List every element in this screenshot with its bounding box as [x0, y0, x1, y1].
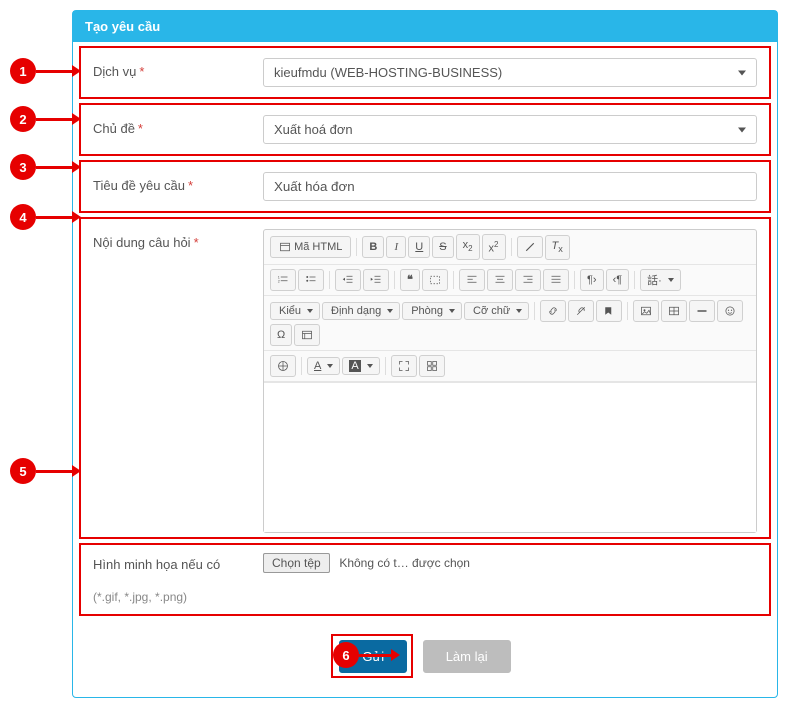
strike-button[interactable]: S	[432, 236, 453, 258]
format-combo[interactable]: Định dạng	[322, 302, 400, 320]
choose-file-button[interactable]: Chọn tệp	[263, 553, 330, 573]
remove-format-button[interactable]	[517, 236, 543, 258]
reset-button[interactable]: Làm lại	[423, 640, 511, 673]
label-service: Dịch vụ	[93, 64, 136, 79]
row-title: Tiêu đề yêu cầu*	[79, 160, 771, 213]
align-justify-button[interactable]	[543, 269, 569, 291]
row-topic: Chủ đề* Xuất hoá đơn	[79, 103, 771, 156]
rtl-button[interactable]: ‹¶	[606, 269, 630, 291]
submit-button[interactable]: Gửi	[339, 640, 407, 673]
maximize-button[interactable]	[391, 355, 417, 377]
superscript-button[interactable]: x2	[482, 234, 506, 260]
title-input[interactable]	[263, 172, 757, 201]
blockquote-button[interactable]: ❝	[400, 269, 420, 291]
file-status-text: Không có t… được chọn	[339, 556, 470, 570]
anchor-button[interactable]	[596, 300, 622, 322]
callout-4: 4	[10, 204, 36, 230]
required-mark: *	[194, 235, 199, 250]
underline-button[interactable]: U	[408, 236, 430, 258]
font-combo[interactable]: Phòng	[402, 302, 462, 320]
required-mark: *	[188, 178, 193, 193]
row-service: Dịch vụ* kieufmdu (WEB-HOSTING-BUSINESS)	[79, 46, 771, 99]
align-left-button[interactable]	[459, 269, 485, 291]
clear-format-button[interactable]: Tx	[545, 235, 570, 260]
callout-5: 5	[10, 458, 36, 484]
svg-text:2: 2	[278, 280, 280, 284]
callout-3: 3	[10, 154, 36, 180]
showblocks-button[interactable]	[419, 355, 445, 377]
required-mark: *	[138, 121, 143, 136]
bgcolor-button[interactable]: A	[342, 357, 379, 375]
ltr-button[interactable]: ¶›	[580, 269, 604, 291]
image-button[interactable]	[633, 300, 659, 322]
unlink-button[interactable]	[568, 300, 594, 322]
label-topic: Chủ đề	[93, 121, 135, 136]
editor-source-button[interactable]: Mã HTML	[270, 236, 351, 258]
numbered-list-button[interactable]: 12	[270, 269, 296, 291]
topic-select[interactable]: Xuất hoá đơn	[263, 115, 757, 144]
table-button[interactable]	[661, 300, 687, 322]
label-content: Nội dung câu hỏi	[93, 235, 191, 250]
rich-text-editor: Mã HTML B I U S x2 x2 Tx	[263, 229, 757, 533]
editor-source-label: Mã HTML	[294, 241, 342, 253]
bullet-list-button[interactable]	[298, 269, 324, 291]
callout-2: 2	[10, 106, 36, 132]
service-select[interactable]: kieufmdu (WEB-HOSTING-BUSINESS)	[263, 58, 757, 87]
editor-textarea[interactable]	[264, 382, 756, 532]
cut-button[interactable]	[270, 355, 296, 377]
callout-1: 1	[10, 58, 36, 84]
hr-button[interactable]	[689, 300, 715, 322]
link-button[interactable]	[540, 300, 566, 322]
attachment-hint: (*.gif, *.jpg, *.png)	[93, 590, 263, 604]
style-combo[interactable]: Kiểu	[270, 302, 320, 320]
form-actions: 6 Gửi Làm lại	[73, 620, 777, 697]
iframe-button[interactable]	[294, 324, 320, 346]
div-button[interactable]	[422, 269, 448, 291]
row-attachment: Hình minh họa nếu có (*.gif, *.jpg, *.pn…	[79, 543, 771, 616]
label-title: Tiêu đề yêu cầu	[93, 178, 185, 193]
size-combo[interactable]: Cỡ chữ	[464, 302, 529, 320]
indent-button[interactable]	[363, 269, 389, 291]
smiley-button[interactable]	[717, 300, 743, 322]
row-content: Nội dung câu hỏi* Mã HTML B I U S	[79, 217, 771, 539]
subscript-button[interactable]: x2	[456, 234, 480, 260]
outdent-button[interactable]	[335, 269, 361, 291]
italic-button[interactable]: I	[386, 236, 406, 258]
bold-button[interactable]: B	[362, 236, 384, 258]
language-combo[interactable]: 話·	[640, 269, 681, 291]
panel-title: Tạo yêu cầu	[73, 11, 777, 42]
required-mark: *	[139, 64, 144, 79]
align-right-button[interactable]	[515, 269, 541, 291]
label-attachment: Hình minh họa nếu có	[93, 557, 220, 572]
textcolor-button[interactable]: A	[307, 357, 340, 375]
specialchar-button[interactable]: Ω	[270, 324, 292, 346]
align-center-button[interactable]	[487, 269, 513, 291]
create-request-panel: Tạo yêu cầu Dịch vụ* kieufmdu (WEB-HOSTI…	[72, 10, 778, 698]
